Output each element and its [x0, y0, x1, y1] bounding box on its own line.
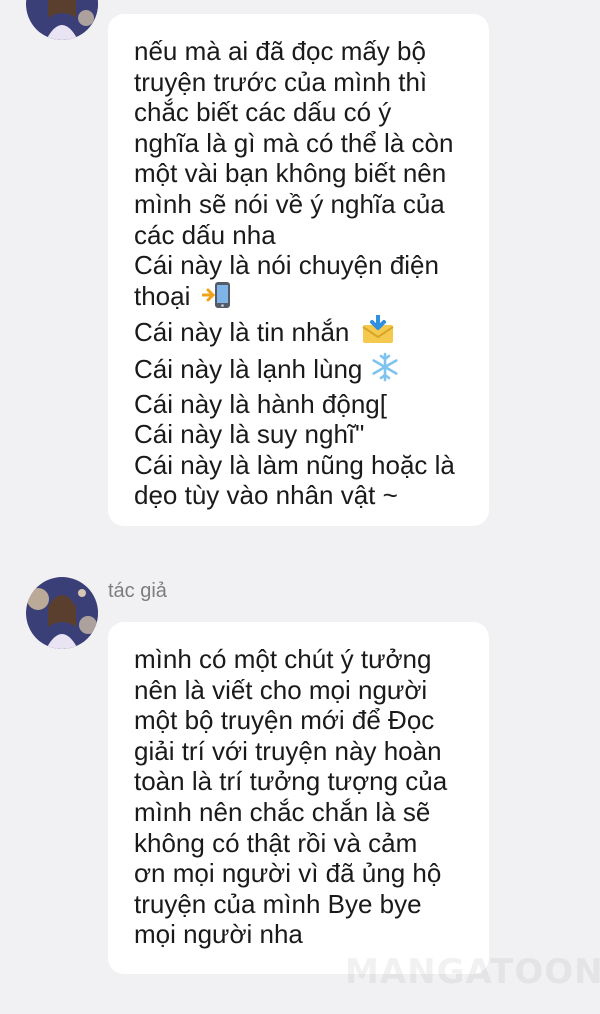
message-text: thoại — [134, 280, 191, 311]
message-line-envelope: Cái này là tin nhắn — [134, 313, 469, 352]
phone-icon — [201, 281, 236, 316]
message-text: Cái này là tin nhắn — [134, 317, 350, 348]
author-avatar[interactable] — [26, 0, 98, 40]
message-line: mọi người nha — [134, 919, 303, 950]
message-line: Cái này là làm nũng hoặc là — [134, 449, 455, 480]
message-line: dẹo tùy vào nhân vật ~ — [134, 480, 398, 511]
author-avatar[interactable] — [26, 577, 98, 649]
message-line: giải trí với truyện này hoàn — [134, 735, 442, 766]
message-line: một vài bạn không biết nên — [134, 158, 447, 189]
message-line: mình nên chắc chắn là sẽ — [134, 796, 431, 827]
message-bubble: mình có một chút ý tưởng nên là viết cho… — [108, 622, 489, 974]
message-line: nếu mà ai đã đọc mấy bộ — [134, 36, 426, 66]
message-line: Cái này là hành động[ — [134, 388, 387, 419]
message-line: mình sẽ nói về ý nghĩa của — [134, 188, 445, 219]
message-line-snowflake: Cái này là lạnh lùng — [134, 352, 469, 389]
message-text: Cái này là lạnh lùng — [134, 353, 363, 384]
snowflake-icon — [370, 352, 400, 389]
message-line: truyện trước của mình thì — [134, 66, 428, 97]
message-line: ơn mọi người vì đã ủng hộ — [134, 858, 442, 889]
message-line: không có thật rồi và cảm — [134, 827, 418, 858]
envelope-icon — [361, 313, 395, 352]
message-line: một bộ truyện mới để Đọc — [134, 705, 435, 736]
message-line: truyện của mình Bye bye — [134, 888, 422, 919]
message-bubble: nếu mà ai đã đọc mấy bộ truyện trước của… — [108, 14, 489, 526]
author-name[interactable]: tác giả — [108, 580, 167, 603]
message-line: Cái này là nói chuyện điện — [134, 250, 439, 281]
message-line-phone: thoại — [134, 281, 469, 316]
message-line: toàn là trí tưởng tượng của — [134, 766, 448, 797]
message-line: Cái này là suy nghĩ" — [134, 419, 365, 450]
watermark-logo: MANGATOON — [345, 952, 600, 992]
message-line: các dấu nha — [134, 219, 276, 250]
message-line: mình có một chút ý tưởng — [134, 644, 432, 674]
message-line: nên là viết cho mọi người — [134, 674, 428, 705]
message-line: nghĩa là gì mà có thể là còn — [134, 127, 454, 158]
message-line: chắc biết các dấu có ý — [134, 97, 392, 128]
